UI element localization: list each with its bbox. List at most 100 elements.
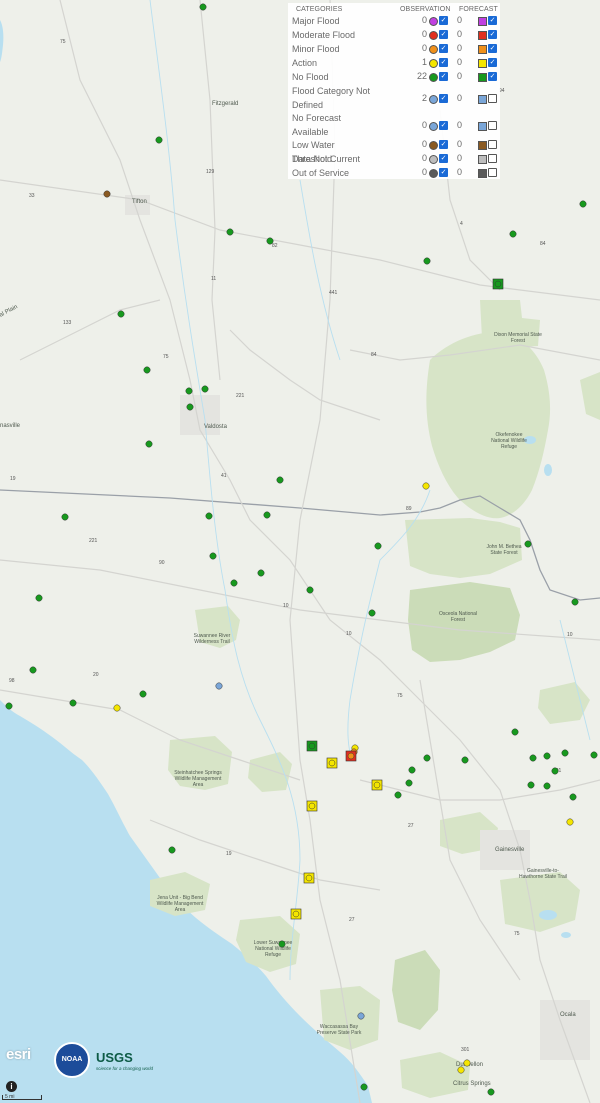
gauge-marker[interactable] (308, 802, 316, 810)
observation-checkbox[interactable]: ✓ (439, 58, 448, 67)
gauge-marker[interactable] (185, 387, 193, 395)
usgs-logo: USGS (96, 1050, 133, 1065)
gauge-marker[interactable] (215, 682, 223, 690)
forecast-checkbox[interactable] (488, 94, 497, 103)
observation-count: 0 (421, 153, 427, 163)
gauge-marker[interactable] (360, 1083, 368, 1091)
observation-checkbox[interactable]: ✓ (439, 140, 448, 149)
gauge-marker[interactable] (230, 579, 238, 587)
forecast-checkbox[interactable] (488, 121, 497, 130)
forecast-checkbox[interactable] (488, 168, 497, 177)
gauge-marker[interactable] (487, 1088, 495, 1096)
scale-bar: 5 mi (2, 1095, 42, 1100)
gauge-marker[interactable] (569, 793, 577, 801)
gauge-marker[interactable] (263, 511, 271, 519)
gauge-marker[interactable] (494, 280, 502, 288)
gauge-marker[interactable] (347, 752, 355, 760)
gauge-marker[interactable] (590, 751, 598, 759)
gauge-marker[interactable] (543, 782, 551, 790)
gauge-marker[interactable] (328, 759, 336, 767)
observation-symbol-icon (429, 155, 438, 164)
gauge-marker[interactable] (405, 779, 413, 787)
gauge-marker[interactable] (292, 910, 300, 918)
gauge-marker[interactable] (201, 385, 209, 393)
forecast-checkbox[interactable]: ✓ (488, 30, 497, 39)
forecast-count: 0 (456, 71, 462, 81)
gauge-marker[interactable] (35, 594, 43, 602)
forecast-checkbox[interactable]: ✓ (488, 72, 497, 81)
gauge-marker[interactable] (511, 728, 519, 736)
gauge-marker[interactable] (423, 257, 431, 265)
gauge-marker[interactable] (529, 754, 537, 762)
observation-symbol-icon (429, 122, 438, 131)
gauge-marker[interactable] (306, 586, 314, 594)
forecast-symbol-icon (478, 95, 487, 104)
gauge-marker[interactable] (509, 230, 517, 238)
gauge-marker[interactable] (374, 542, 382, 550)
gauge-marker[interactable] (5, 702, 13, 710)
observation-checkbox[interactable]: ✓ (439, 30, 448, 39)
gauge-marker[interactable] (457, 1066, 465, 1074)
gauge-marker[interactable] (357, 1012, 365, 1020)
observation-checkbox[interactable]: ✓ (439, 121, 448, 130)
forecast-checkbox[interactable]: ✓ (488, 44, 497, 53)
gauge-marker[interactable] (524, 540, 532, 548)
gauge-marker[interactable] (373, 781, 381, 789)
gauge-marker[interactable] (103, 190, 111, 198)
gauge-marker[interactable] (113, 704, 121, 712)
gauge-marker[interactable] (117, 310, 125, 318)
gauge-marker[interactable] (278, 940, 286, 948)
gauge-marker[interactable] (571, 598, 579, 606)
gauge-marker[interactable] (308, 742, 316, 750)
legend-category-label: Out of Service (292, 168, 350, 178)
observation-checkbox[interactable]: ✓ (439, 72, 448, 81)
gauge-marker[interactable] (266, 237, 274, 245)
gauge-marker[interactable] (143, 366, 151, 374)
gauge-marker[interactable] (579, 200, 587, 208)
observation-count: 2 (421, 93, 427, 103)
gauge-marker[interactable] (69, 699, 77, 707)
gauge-marker[interactable] (61, 513, 69, 521)
gauge-marker[interactable] (463, 1059, 471, 1067)
gauge-marker[interactable] (543, 752, 551, 760)
observation-checkbox[interactable]: ✓ (439, 154, 448, 163)
gauge-marker[interactable] (199, 3, 207, 11)
info-icon[interactable]: i (6, 1081, 17, 1092)
gauge-marker[interactable] (561, 749, 569, 757)
gauge-marker[interactable] (257, 569, 265, 577)
gauge-marker[interactable] (205, 512, 213, 520)
gauge-marker[interactable] (29, 666, 37, 674)
gauge-marker[interactable] (423, 754, 431, 762)
gauge-marker[interactable] (368, 609, 376, 617)
gauge-marker[interactable] (527, 781, 535, 789)
legend-category-label: Major Flood (292, 16, 340, 26)
gauge-marker[interactable] (155, 136, 163, 144)
gauge-marker[interactable] (566, 818, 574, 826)
forecast-checkbox[interactable]: ✓ (488, 58, 497, 67)
forecast-checkbox[interactable]: ✓ (488, 16, 497, 25)
usgs-tagline: science for a changing world (96, 1066, 154, 1071)
gauge-marker[interactable] (305, 874, 313, 882)
gauge-marker[interactable] (209, 552, 217, 560)
gauge-marker[interactable] (551, 767, 559, 775)
observation-checkbox[interactable]: ✓ (439, 94, 448, 103)
gauge-marker[interactable] (145, 440, 153, 448)
gauge-marker[interactable] (408, 766, 416, 774)
gauge-marker[interactable] (168, 846, 176, 854)
forecast-checkbox[interactable] (488, 140, 497, 149)
gauge-marker[interactable] (186, 403, 194, 411)
gauge-marker[interactable] (461, 756, 469, 764)
gauge-marker[interactable] (422, 482, 430, 490)
observation-checkbox[interactable]: ✓ (439, 44, 448, 53)
observation-symbol-icon (429, 169, 438, 178)
gauge-marker[interactable] (276, 476, 284, 484)
gauge-marker[interactable] (226, 228, 234, 236)
observation-symbol-icon (429, 73, 438, 82)
observation-checkbox[interactable]: ✓ (439, 168, 448, 177)
observation-checkbox[interactable]: ✓ (439, 16, 448, 25)
gauge-marker[interactable] (139, 690, 147, 698)
legend-header-forecast: FORECAST (459, 6, 498, 13)
forecast-checkbox[interactable] (488, 154, 497, 163)
observation-count: 0 (421, 43, 427, 53)
gauge-marker[interactable] (394, 791, 402, 799)
